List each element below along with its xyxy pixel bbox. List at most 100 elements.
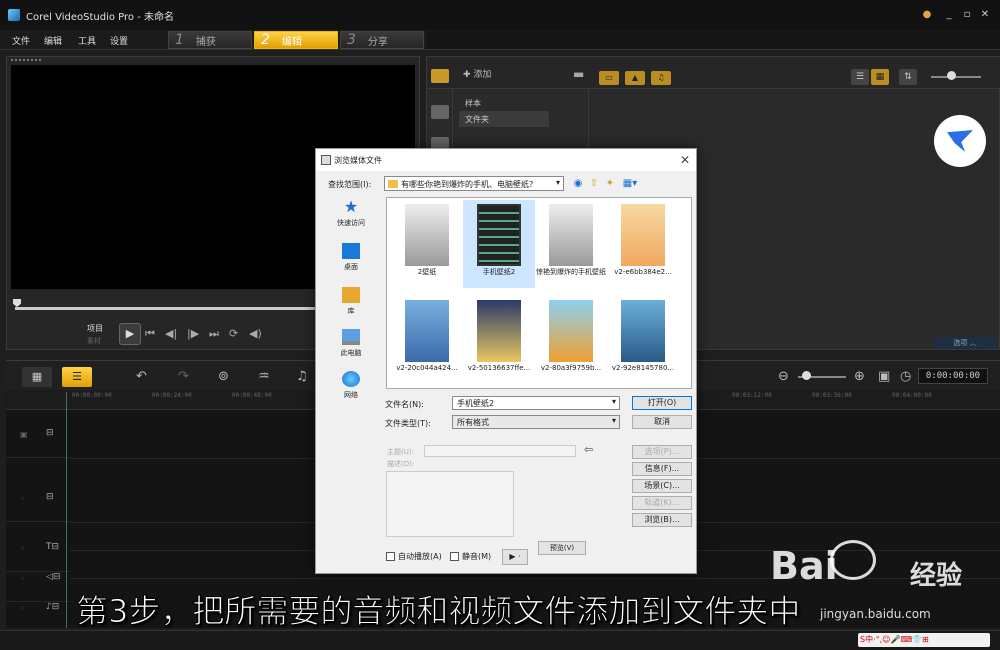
list-view-icon[interactable]: ☰ [851,69,869,85]
tracks-button[interactable]: 轨道(K)... [632,496,692,510]
maximize-icon[interactable]: ▫ [960,8,974,22]
library-toolbar: ✚ 添加 ▬ ▭ ▲ ♫ ☰ ▦ ⇅ [427,57,1000,89]
browse-button[interactable]: 浏览(B)... [632,513,692,527]
close-icon[interactable]: ✕ [978,8,992,22]
instant-project-tab-icon[interactable] [431,105,449,119]
menu-tools[interactable]: 工具 [78,34,96,47]
info-button[interactable]: 信息(F)... [632,462,692,476]
step-share[interactable]: 3 分享 [340,31,424,49]
undo-icon[interactable]: ↶ [136,369,147,384]
playhead[interactable] [66,392,67,628]
file-item[interactable]: v2-92e8145780... [607,296,679,384]
step-capture[interactable]: 1 捕获 [168,31,252,49]
new-folder-icon[interactable]: ✦ [604,178,616,190]
project-mode-label[interactable]: 项目 [87,323,103,334]
filename-input[interactable]: 手机壁纸2 ▾ [452,396,620,410]
help-icon[interactable]: ● [920,8,934,22]
file-item-selected[interactable]: 手机壁纸2 [463,200,535,288]
place-desktop[interactable]: 桌面 [328,241,374,281]
file-item[interactable]: v2-80a3f9759b... [535,296,607,384]
assistant-bird-icon[interactable] [934,115,986,167]
place-network[interactable]: 网络 [328,369,374,409]
go-start-icon[interactable]: ⏮ [145,327,155,341]
scenes-button[interactable]: 场景(C)... [632,479,692,493]
chevron-down-icon[interactable]: ▾ [612,397,616,406]
thumb-view-icon[interactable]: ▦ [871,69,889,85]
zoom-out-icon[interactable]: ⊖ [778,369,789,384]
thumb-size-knob[interactable] [947,71,956,80]
folder-folder[interactable]: 文件夹 [459,111,549,127]
step-back-icon[interactable]: ◀| [165,327,177,340]
track-visibility-icon[interactable]: ◦ [20,604,25,613]
description-field [386,471,514,537]
show-audio-icon[interactable]: ♫ [651,71,671,85]
file-item[interactable]: v2-20c044a424... [391,296,463,384]
place-quick-access[interactable]: ★ 快速访问 [328,197,374,237]
fit-project-icon[interactable]: ▣ [878,369,890,384]
file-item[interactable]: 2壁纸 [391,200,463,288]
timecode-display[interactable]: 0:00:00:00 [918,368,988,384]
panel-grip[interactable] [11,59,41,61]
look-in-dropdown[interactable]: 有哪些你艳到爆炸的手机、电脑壁纸？ ▾ [384,176,564,191]
step-edit[interactable]: 2 编辑 [254,31,338,49]
clip-mode-label[interactable]: 素材 [87,336,101,346]
mute-checkbox[interactable]: 静音(M) [450,551,491,562]
chevron-down-icon[interactable]: ▾ [612,416,616,425]
autoplay-checkbox[interactable]: 自动播放(A) [386,551,442,562]
step-forward-icon[interactable]: |▶ [187,327,199,340]
sound-mixer-icon[interactable]: ♒ [258,369,270,384]
repeat-icon[interactable]: ⟳ [229,327,238,340]
zoom-in-icon[interactable]: ⊕ [854,369,865,384]
open-button[interactable]: 打开(O) [632,396,692,410]
play-preview-button[interactable]: ▶ · [502,549,528,565]
place-this-pc[interactable]: 此电脑 [328,327,374,367]
track-visibility-icon[interactable]: ◦ [20,574,25,583]
thumb-size-slider[interactable] [931,76,981,78]
track-visibility-icon[interactable]: ◦ [20,544,25,553]
project-duration-icon[interactable]: ◷ [900,369,911,384]
file-item[interactable]: v2-50136637ffe... [463,296,535,384]
show-video-icon[interactable]: ▭ [599,71,619,85]
record-capture-icon[interactable]: ⊚ [218,369,229,384]
options-toggle[interactable]: 选项 ︿ [934,337,996,349]
menu-edit[interactable]: 编辑 [44,34,62,47]
back-icon[interactable]: ◉ [572,178,584,190]
timeline-scrollbar[interactable] [0,630,1000,650]
view-menu-icon[interactable]: ▦▾ [620,178,640,190]
browse-folder-icon[interactable]: ▬ [573,67,584,81]
show-photo-icon[interactable]: ▲ [625,71,645,85]
add-folder-button[interactable]: ✚ 添加 [463,67,491,80]
go-end-icon[interactable]: ⏭ [209,327,219,341]
storyboard-view-icon[interactable]: ▦ [22,367,52,387]
track-visibility-icon[interactable]: ▣ [20,430,28,439]
filetype-label: 文件类型(T): [385,419,431,428]
auto-music-icon[interactable]: ♫ [296,369,308,384]
subject-label: 主题(U): [387,448,414,456]
scrub-handle[interactable] [13,299,21,307]
preview-button[interactable]: 预览(V) [538,541,586,555]
media-tab-icon[interactable] [431,69,449,83]
folder-sample[interactable]: 样本 [459,95,549,111]
ime-toolbar[interactable]: S中·°,☺🎤⌨👕⊞ [858,633,990,647]
insert-icon[interactable]: ⇦ [584,443,593,456]
file-item[interactable]: v2-e6bb384e2... [607,200,679,288]
timeline-view-icon[interactable]: ☰ [62,367,92,387]
file-item[interactable]: 惊艳到爆炸的手机壁纸 [535,200,607,288]
ruler-tick: 00:00:00:00 [72,392,112,399]
track-visibility-icon[interactable]: ◦ [20,494,25,503]
redo-icon[interactable]: ↷ [178,369,189,384]
menu-settings[interactable]: 设置 [110,34,128,47]
step-subtitle: 第3步，把所需要的音频和视频文件添加到文件夹中 [75,592,801,631]
minimize-icon[interactable]: _ [942,8,956,22]
timeline-zoom-knob[interactable] [802,371,811,380]
place-library[interactable]: 库 [328,285,374,325]
menu-file[interactable]: 文件 [12,34,30,47]
cancel-button[interactable]: 取消 [632,415,692,429]
filetype-select[interactable]: 所有格式 ▾ [452,415,620,429]
options-button[interactable]: 选项(P)... [632,445,692,459]
sort-icon[interactable]: ⇅ [899,69,917,85]
dialog-close-icon[interactable]: ✕ [680,153,690,167]
play-button[interactable]: ▶ [119,323,141,345]
up-folder-icon[interactable]: ⇧ [588,178,600,190]
volume-icon[interactable]: ◀) [249,327,262,340]
